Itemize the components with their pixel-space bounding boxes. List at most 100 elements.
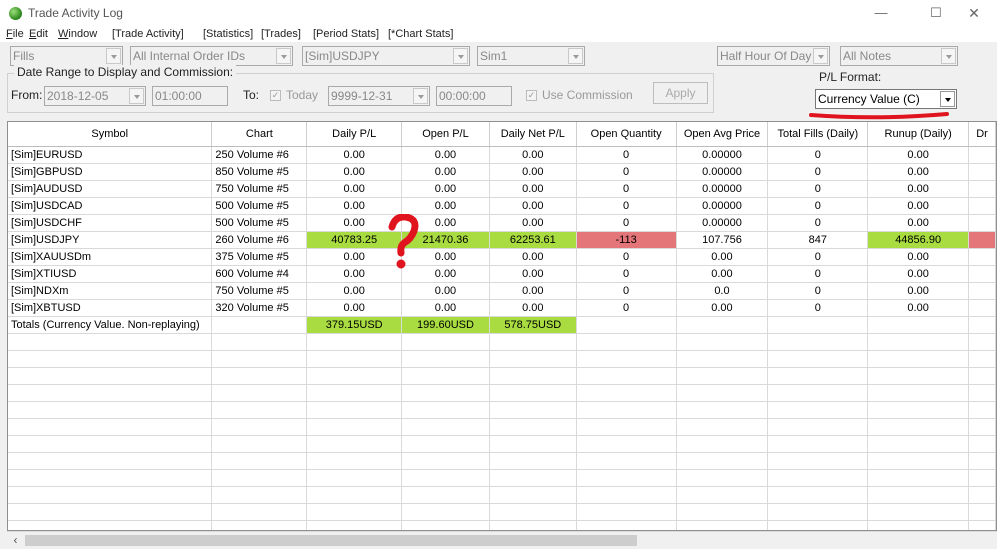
col-open-avg-price-cell: 0.00 — [676, 265, 769, 283]
col-total-fills-cell: 0 — [767, 282, 869, 300]
col-total-fills-cell: 0 — [767, 248, 869, 266]
trade-activity-grid: Symbol Chart Daily P/L Open P/L Daily Net P/… — [7, 121, 997, 531]
empty-cell — [676, 350, 769, 368]
col-open-avg-price-cell — [676, 316, 769, 334]
empty-cell — [576, 367, 677, 385]
menu-trades[interactable]: [Trades] — [261, 28, 301, 40]
col-total-fills-header[interactable]: Total Fills (Daily) — [767, 122, 869, 147]
col-total-fills-cell: 847 — [767, 231, 869, 249]
symbol-dropdown[interactable]: [Sim]USDJPY — [302, 46, 470, 66]
empty-cell — [968, 418, 996, 436]
col-symbol-header[interactable]: Symbol — [8, 122, 213, 147]
today-checkbox[interactable]: ✓ — [270, 90, 281, 101]
apply-button[interactable]: Apply — [653, 82, 708, 104]
col-dr-cell — [968, 180, 996, 198]
empty-cell — [676, 384, 769, 402]
col-open-avg-price-header[interactable]: Open Avg Price — [676, 122, 769, 147]
table-row[interactable]: [Sim]GBPUSD 850 Volume #5 0.00 0.00 0.00 0 0.0… — [8, 163, 996, 181]
col-open-quantity-header[interactable]: Open Quantity — [576, 122, 677, 147]
use-commission-checkbox[interactable]: ✓ — [526, 90, 537, 101]
empty-cell — [306, 384, 403, 402]
col-open-pl-header[interactable]: Open P/L — [401, 122, 490, 147]
empty-cell — [211, 333, 308, 351]
empty-cell — [401, 333, 490, 351]
pl-format-dropdown[interactable]: Currency Value (C) — [815, 89, 957, 109]
table-row[interactable]: [Sim]EURUSD 250 Volume #6 0.00 0.00 0.00 0 0.0… — [8, 146, 996, 164]
notes-dropdown[interactable]: All Notes — [840, 46, 958, 66]
empty-cell — [211, 418, 308, 436]
empty-cell — [576, 401, 677, 419]
table-row[interactable]: [Sim]AUDUSD 750 Volume #5 0.00 0.00 0.00 0 0.0… — [8, 180, 996, 198]
menu-edit[interactable]: Edit — [29, 28, 48, 40]
col-daily-net-pl-header[interactable]: Daily Net P/L — [489, 122, 577, 147]
empty-cell — [867, 435, 970, 453]
empty-cell — [968, 503, 996, 521]
empty-cell — [306, 435, 403, 453]
from-date-field[interactable]: 2018-12-05 — [44, 86, 146, 106]
chevron-down-icon — [940, 91, 955, 107]
empty-cell — [306, 520, 403, 530]
scroll-thumb[interactable] — [25, 535, 637, 546]
col-open-pl-cell: 199.60USD — [401, 316, 490, 334]
menu-statistics[interactable]: [Statistics] — [203, 28, 253, 40]
empty-cell — [767, 367, 869, 385]
menu-trade-activity[interactable]: [Trade Activity] — [112, 28, 184, 40]
to-date-field[interactable]: 9999-12-31 — [328, 86, 430, 106]
col-open-pl-cell: 0.00 — [401, 146, 490, 164]
scroll-left-icon[interactable]: ‹ — [7, 532, 24, 549]
empty-cell — [968, 469, 996, 487]
chevron-down-icon — [413, 88, 428, 104]
empty-cell — [576, 350, 677, 368]
menu-period-stats[interactable]: [Period Stats] — [313, 28, 379, 40]
empty-cell — [211, 367, 308, 385]
col-daily-pl-header[interactable]: Daily P/L — [306, 122, 403, 147]
to-time-field[interactable]: 00:00:00 — [436, 86, 512, 106]
menu-window[interactable]: Window — [58, 28, 97, 40]
from-time-field[interactable]: 01:00:00 — [152, 86, 228, 106]
col-daily-net-pl-cell: 0.00 — [489, 248, 577, 266]
horizontal-scrollbar[interactable]: ‹ — [7, 531, 997, 549]
table-row[interactable]: [Sim]USDJPY 260 Volume #6 40783.25 21470.36… — [8, 231, 996, 249]
empty-cell — [767, 520, 869, 530]
table-row[interactable]: [Sim]XTIUSD 600 Volume #4 0.00 0.00 0.00 0 0.0… — [8, 265, 996, 283]
red-underline-annotation — [809, 112, 949, 120]
empty-cell — [211, 503, 308, 521]
col-runup-cell: 0.00 — [867, 299, 970, 317]
col-chart-header[interactable]: Chart — [211, 122, 308, 147]
menu-file[interactable]: File — [6, 28, 24, 40]
order-ids-dropdown[interactable]: All Internal Order IDs — [130, 46, 293, 66]
minimize-button[interactable]: — — [863, 0, 899, 28]
col-runup-cell: 0.00 — [867, 248, 970, 266]
empty-cell — [767, 350, 869, 368]
menu-chart-stats[interactable]: [*Chart Stats] — [388, 28, 453, 40]
col-runup-cell: 0.00 — [867, 282, 970, 300]
table-row[interactable]: [Sim]XAUUSDm 375 Volume #5 0.00 0.00 0.00 0 0.… — [8, 248, 996, 266]
empty-cell — [8, 520, 213, 530]
chevron-down-icon — [941, 48, 956, 64]
col-daily-pl-cell: 0.00 — [306, 163, 403, 181]
empty-cell — [306, 503, 403, 521]
col-dr-header[interactable]: Dr — [968, 122, 996, 147]
col-dr-cell — [968, 299, 996, 317]
account-dropdown[interactable]: Sim1 — [477, 46, 585, 66]
empty-cell — [8, 452, 213, 470]
empty-cell — [401, 486, 490, 504]
col-daily-net-pl-cell: 0.00 — [489, 146, 577, 164]
table-row[interactable]: [Sim]XBTUSD 320 Volume #5 0.00 0.00 0.00 0 0.0… — [8, 299, 996, 317]
period-dropdown[interactable]: Half Hour Of Day — [717, 46, 830, 66]
empty-cell — [767, 486, 869, 504]
col-open-quantity-cell: 0 — [576, 214, 677, 232]
fills-dropdown[interactable]: Fills — [10, 46, 123, 66]
maximize-button[interactable]: ☐ — [918, 0, 954, 28]
table-row[interactable]: [Sim]NDXm 750 Volume #5 0.00 0.00 0.00 0 0.0 0 0… — [8, 282, 996, 300]
col-runup-cell: 0.00 — [867, 214, 970, 232]
empty-cell — [489, 350, 577, 368]
totals-row[interactable]: Totals (Currency Value. Non-replaying) 37… — [8, 316, 996, 334]
col-runup-header[interactable]: Runup (Daily) — [867, 122, 970, 147]
table-row[interactable]: [Sim]USDCAD 500 Volume #5 0.00 0.00 0.00 0 0.0… — [8, 197, 996, 215]
close-button[interactable]: ✕ — [956, 0, 992, 28]
table-row[interactable]: [Sim]USDCHF 500 Volume #5 0.00 0.00 0.00 0 0.0… — [8, 214, 996, 232]
col-open-quantity-cell: 0 — [576, 146, 677, 164]
col-daily-net-pl-cell: 0.00 — [489, 214, 577, 232]
empty-cell — [968, 350, 996, 368]
